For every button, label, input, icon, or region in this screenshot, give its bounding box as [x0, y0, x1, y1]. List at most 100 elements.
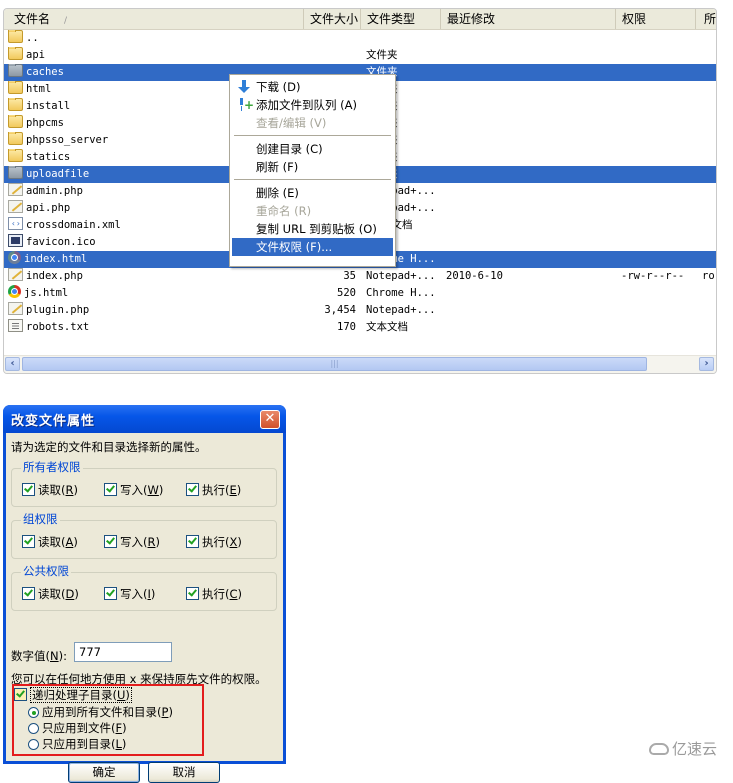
file-modified-cell — [446, 132, 546, 149]
file-modified-cell — [446, 115, 546, 132]
file-row[interactable]: js.html 520 Chrome H... — [4, 285, 716, 302]
file-name-text: html — [26, 83, 52, 95]
file-modified-cell — [446, 200, 546, 217]
apply-scope-radio[interactable]: 只应用到文件(F) — [28, 720, 127, 736]
file-owner-cell — [702, 132, 716, 149]
menu-item: 查看/编辑 (V) — [232, 114, 393, 132]
file-modified-cell — [446, 251, 546, 268]
file-row[interactable]: index.php 35 Notepad+... 2010-6-10 -rw-r--r-… — [4, 268, 716, 285]
menu-item[interactable]: 刷新 (F) — [232, 158, 393, 176]
menu-item-label: 下载 (D) — [256, 80, 301, 94]
column-header-bar: 文件名 / 文件大小 文件类型 最近修改 权限 所 — [4, 9, 716, 30]
folder-grey-icon — [8, 166, 23, 179]
menu-item-label: 创建目录 (C) — [256, 142, 323, 156]
folder-icon — [8, 132, 23, 145]
file-type-cell: 文件夹 — [366, 49, 398, 61]
file-row[interactable]: robots.txt 170 文本文档 — [4, 319, 716, 336]
permission-checkbox[interactable]: 写入(R) — [104, 534, 160, 550]
file-permissions-cell — [621, 166, 691, 183]
file-owner-cell — [702, 64, 716, 81]
file-type-cell — [366, 30, 444, 47]
checkbox-icon — [22, 587, 35, 600]
menu-separator — [234, 179, 391, 180]
permission-checkbox[interactable]: 执行(C) — [186, 586, 242, 602]
column-header-name[interactable]: 文件名 / — [4, 9, 304, 29]
close-icon[interactable]: ✕ — [260, 410, 280, 429]
file-name-text: js.html — [24, 287, 69, 299]
permission-checkbox[interactable]: 读取(R) — [22, 482, 78, 498]
permission-group-label: 所有者权限 — [21, 459, 83, 475]
horizontal-scrollbar[interactable]: ‹ ||| › — [4, 355, 716, 373]
column-header-size[interactable]: 文件大小 — [304, 9, 361, 29]
menu-item[interactable]: 删除 (E) — [232, 184, 393, 202]
file-modified-cell — [446, 217, 546, 234]
file-owner-cell — [702, 251, 716, 268]
file-modified-cell — [446, 149, 546, 166]
menu-item-label: 复制 URL 到剪贴板 (O) — [256, 222, 377, 236]
dialog-titlebar[interactable]: 改变文件属性 ✕ — [3, 405, 286, 433]
permission-group: 组权限 读取(A) 写入(R) 执行(X) — [11, 511, 277, 559]
chrome-file-icon — [8, 285, 21, 298]
file-row[interactable]: plugin.php 3,454 Notepad+... — [4, 302, 716, 319]
file-row[interactable]: .. — [4, 30, 716, 47]
menu-item-label: 刷新 (F) — [256, 160, 299, 174]
menu-item[interactable]: 下载 (D) — [232, 78, 393, 96]
file-size-cell — [304, 30, 356, 47]
checkbox-icon — [104, 587, 117, 600]
file-size-cell: 3,454 — [324, 304, 356, 316]
file-permissions-cell — [621, 132, 691, 149]
apply-scope-radio[interactable]: 只应用到目录(L) — [28, 736, 126, 752]
menu-item[interactable]: 复制 URL 到剪贴板 (O) — [232, 220, 393, 238]
scrollbar-thumb[interactable]: ||| — [22, 357, 647, 371]
cloud-logo-icon — [649, 743, 669, 755]
cancel-button[interactable]: 取消 — [148, 762, 220, 783]
checkbox-icon — [186, 483, 199, 496]
menu-item-label: 添加文件到队列 (A) — [256, 98, 357, 112]
menu-item[interactable]: 创建目录 (C) — [232, 140, 393, 158]
file-owner-cell — [702, 234, 716, 251]
recurse-subdirectories-checkbox[interactable]: 递归处理子目录(U) — [14, 687, 132, 703]
column-header-owner[interactable]: 所 — [696, 9, 716, 29]
file-modified-cell — [446, 319, 546, 336]
file-owner-cell — [702, 98, 716, 115]
checkbox-icon — [186, 535, 199, 548]
permission-checkbox[interactable]: 执行(X) — [186, 534, 242, 550]
scroll-left-button[interactable]: ‹ — [5, 357, 20, 371]
file-permissions-cell — [621, 81, 691, 98]
dialog-intro-text: 请为选定的文件和目录选择新的属性。 — [11, 440, 207, 454]
file-owner-cell — [702, 183, 716, 200]
column-header-modified[interactable]: 最近修改 — [441, 9, 616, 29]
permission-checkbox[interactable]: 写入(I) — [104, 586, 155, 602]
permission-checkbox[interactable]: 写入(W) — [104, 482, 163, 498]
file-owner-cell — [702, 166, 716, 183]
file-type-cell: Notepad+... — [366, 304, 436, 316]
file-row[interactable]: api 文件夹 — [4, 47, 716, 64]
file-modified-cell — [446, 64, 546, 81]
file-name-cell: plugin.php — [8, 302, 308, 319]
menu-item[interactable]: 文件权限 (F)... — [232, 238, 393, 256]
context-menu: 下载 (D) 添加文件到队列 (A) 查看/编辑 (V) 创建目录 (C) 刷新 (F)… — [229, 74, 396, 267]
file-type-cell: Notepad+... — [366, 270, 436, 282]
file-size-cell: 520 — [337, 287, 356, 299]
add-to-queue-icon — [236, 98, 254, 112]
file-name-cell: js.html — [8, 285, 308, 302]
file-modified-cell — [446, 302, 546, 319]
column-header-permissions[interactable]: 权限 — [616, 9, 696, 29]
permission-checkbox[interactable]: 读取(A) — [22, 534, 78, 550]
folder-icon — [8, 115, 23, 128]
numeric-value-input[interactable]: 777 — [74, 642, 172, 662]
file-name-cell: api — [8, 47, 308, 64]
scroll-right-button[interactable]: › — [699, 357, 714, 371]
file-name-text: statics — [26, 151, 71, 163]
menu-item[interactable]: 添加文件到队列 (A) — [232, 96, 393, 114]
file-name-text: api.php — [26, 202, 71, 214]
apply-scope-radio[interactable]: 应用到所有文件和目录(P) — [28, 704, 173, 720]
radio-icon — [28, 723, 39, 734]
column-header-type[interactable]: 文件类型 — [361, 9, 441, 29]
permission-checkbox[interactable]: 执行(E) — [186, 482, 241, 498]
ok-button[interactable]: 确定 — [68, 762, 140, 783]
file-permissions-cell — [621, 64, 691, 81]
file-permissions-cell — [621, 319, 691, 336]
permission-checkbox[interactable]: 读取(D) — [22, 586, 79, 602]
menu-item-label: 查看/编辑 (V) — [256, 116, 327, 130]
